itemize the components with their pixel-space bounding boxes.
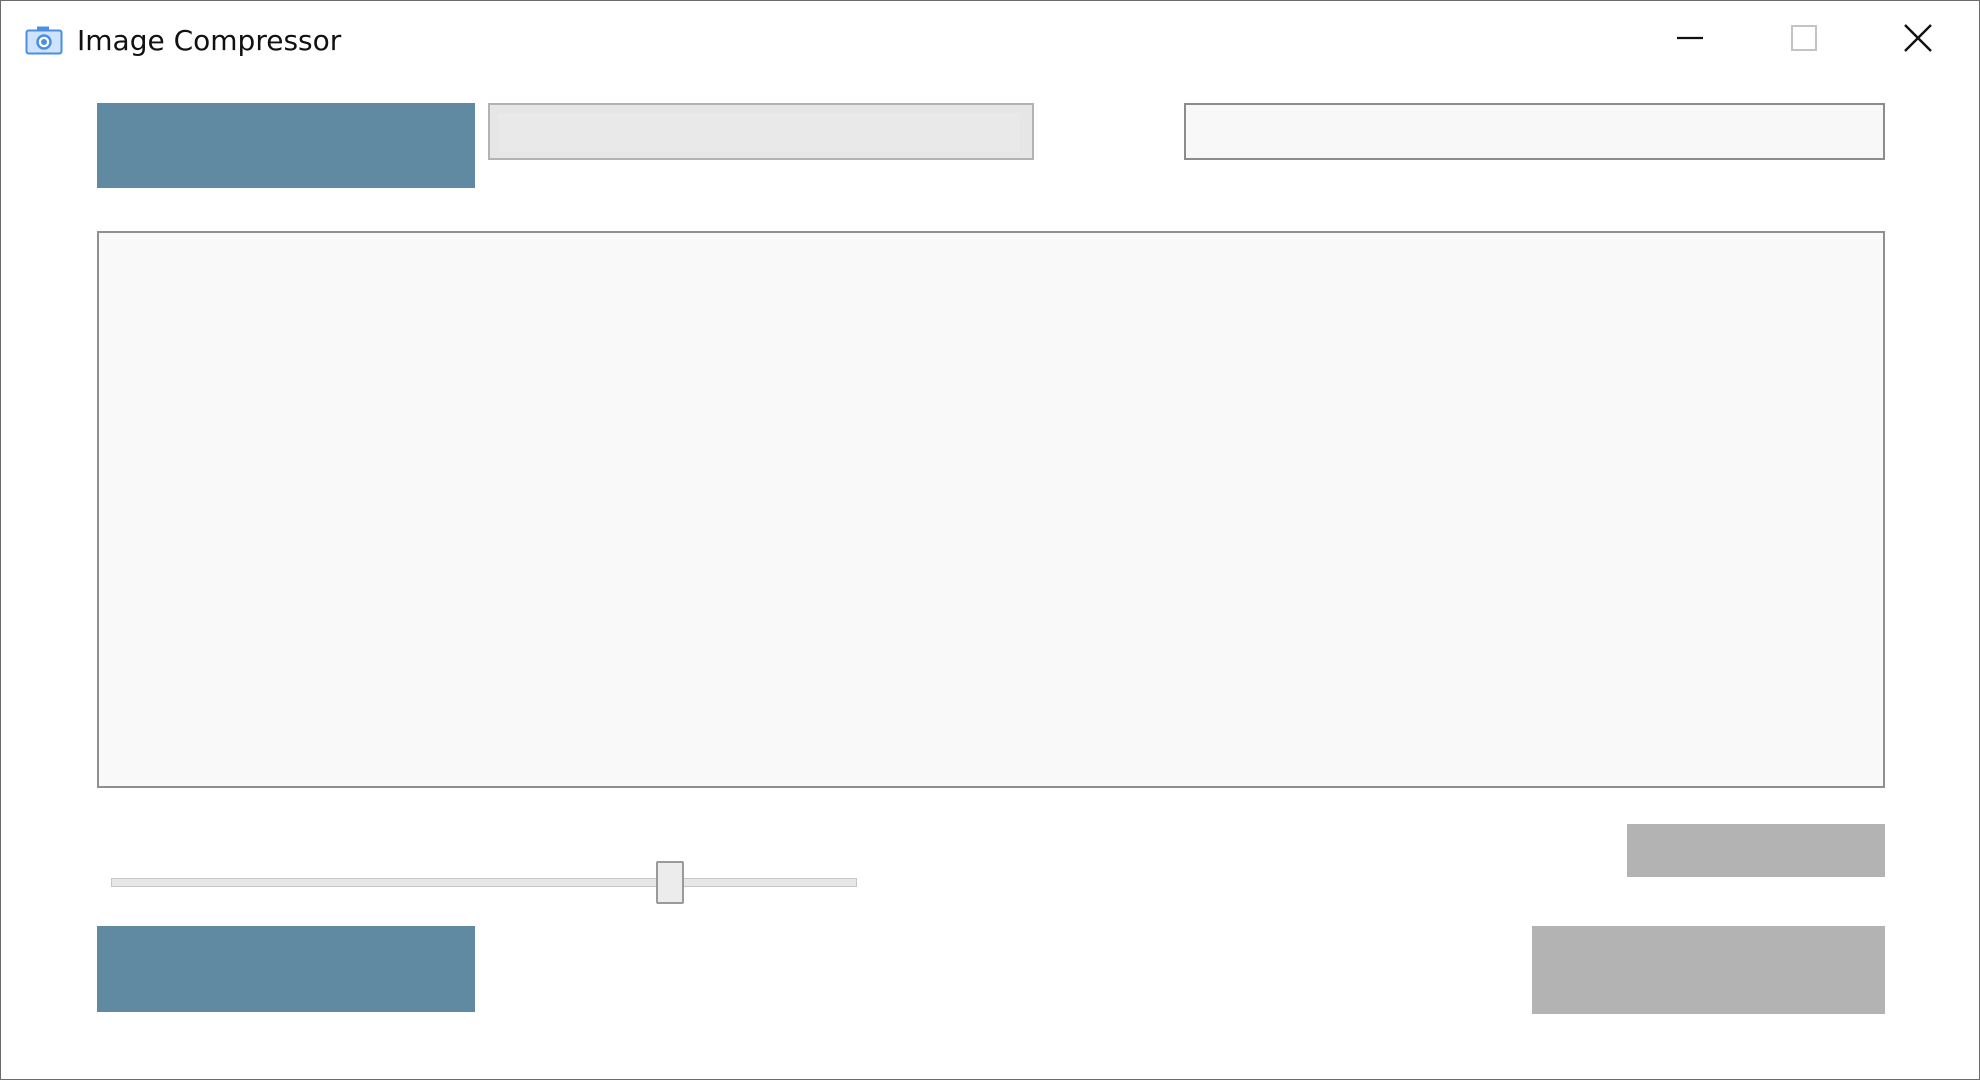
minimize-icon — [1675, 23, 1705, 57]
window-title: Image Compressor — [77, 24, 342, 57]
close-button[interactable] — [1863, 11, 1973, 69]
file-path-field — [488, 103, 1034, 160]
image-preview-area — [97, 231, 1885, 788]
title-bar[interactable]: Image Compressor — [1, 1, 1979, 81]
compress-button[interactable] — [97, 926, 475, 1012]
camera-icon — [25, 25, 63, 55]
app-window: Image Compressor — [0, 0, 1980, 1080]
output-path-input[interactable] — [1184, 103, 1885, 160]
quality-slider-track[interactable] — [111, 878, 857, 887]
save-button[interactable] — [1532, 926, 1885, 1014]
maximize-button — [1749, 11, 1859, 69]
minimize-button[interactable] — [1635, 11, 1745, 69]
close-icon — [1902, 22, 1934, 58]
file-path-field-inner — [498, 113, 1020, 152]
secondary-action-button[interactable] — [1627, 824, 1885, 877]
maximize-icon — [1789, 23, 1819, 57]
quality-slider-thumb[interactable] — [656, 861, 684, 904]
open-image-button[interactable] — [97, 103, 475, 188]
